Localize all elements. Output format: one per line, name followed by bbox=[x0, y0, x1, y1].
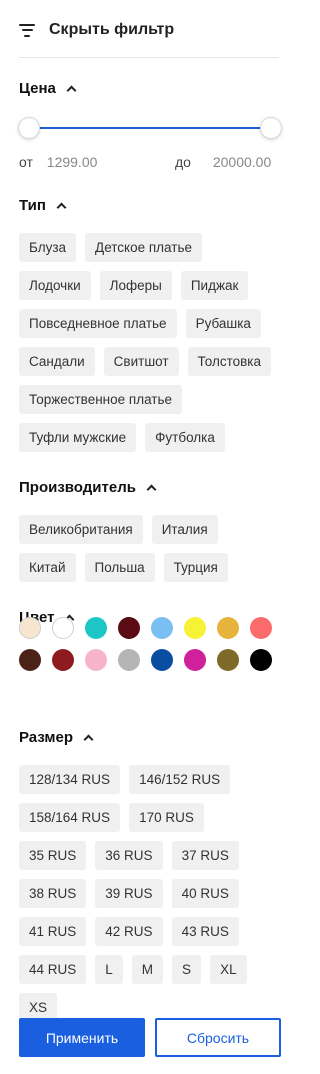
manufacturer-chip[interactable]: Польша bbox=[84, 553, 155, 582]
size-chip[interactable]: 128/134 RUS bbox=[19, 765, 121, 794]
manufacturer-section-toggle[interactable]: Производитель bbox=[19, 479, 157, 496]
size-chip[interactable]: 39 RUS bbox=[95, 879, 163, 908]
size-chip-list: 128/134 RUS 146/152 RUS 158/164 RUS 170 … bbox=[19, 765, 281, 1031]
chevron-up-icon bbox=[66, 85, 77, 96]
type-chip[interactable]: Пиджак bbox=[180, 271, 249, 300]
apply-button[interactable]: Применить bbox=[19, 1018, 145, 1057]
price-section-toggle[interactable]: Цена bbox=[19, 80, 77, 97]
size-chip[interactable]: 42 RUS bbox=[95, 917, 163, 946]
type-chip[interactable]: Повседневное платье bbox=[19, 309, 177, 338]
size-chip[interactable]: 38 RUS bbox=[19, 879, 87, 908]
color-swatch[interactable] bbox=[19, 617, 41, 639]
slider-track bbox=[29, 127, 271, 129]
type-chip-list: Блуза Детское платье Лодочки Лоферы Пидж… bbox=[19, 233, 281, 461]
type-chip[interactable]: Толстовка bbox=[187, 347, 271, 376]
size-chip[interactable]: 170 RUS bbox=[129, 803, 204, 832]
color-swatch[interactable] bbox=[217, 617, 239, 639]
chevron-up-icon bbox=[83, 734, 94, 745]
type-chip[interactable]: Блуза bbox=[19, 233, 77, 262]
color-swatch[interactable] bbox=[52, 649, 74, 671]
manufacturer-section-title: Производитель bbox=[19, 479, 136, 496]
manufacturer-chip[interactable]: Великобритания bbox=[19, 515, 143, 544]
color-swatch[interactable] bbox=[85, 649, 107, 671]
color-swatch-grid bbox=[19, 617, 281, 671]
price-from-value[interactable]: 1299.00 bbox=[47, 154, 98, 170]
filter-lines-icon bbox=[19, 23, 35, 37]
price-from[interactable]: от 1299.00 bbox=[19, 154, 97, 170]
hide-filter-label: Скрыть фильтр bbox=[49, 21, 175, 38]
color-swatch[interactable] bbox=[151, 617, 173, 639]
color-swatch[interactable] bbox=[19, 649, 41, 671]
reset-button[interactable]: Сбросить bbox=[155, 1018, 281, 1057]
size-chip[interactable]: 41 RUS bbox=[19, 917, 87, 946]
size-chip[interactable]: 40 RUS bbox=[171, 879, 239, 908]
type-chip[interactable]: Футболка bbox=[145, 423, 225, 452]
size-chip[interactable]: 158/164 RUS bbox=[19, 803, 121, 832]
color-swatch[interactable] bbox=[118, 649, 140, 671]
price-to-label: до bbox=[175, 154, 191, 170]
slider-max-handle[interactable] bbox=[261, 118, 281, 138]
color-swatch[interactable] bbox=[52, 617, 74, 639]
size-section-toggle[interactable]: Размер bbox=[19, 729, 94, 746]
size-chip[interactable]: 37 RUS bbox=[171, 841, 239, 870]
manufacturer-chip[interactable]: Турция bbox=[163, 553, 228, 582]
size-section-title: Размер bbox=[19, 729, 74, 746]
color-swatch[interactable] bbox=[250, 649, 272, 671]
size-chip[interactable]: M bbox=[131, 955, 164, 984]
manufacturer-chip[interactable]: Китай bbox=[19, 553, 76, 582]
chevron-up-icon bbox=[56, 202, 67, 213]
chevron-up-icon bbox=[146, 484, 157, 495]
type-chip[interactable]: Свитшот bbox=[103, 347, 179, 376]
color-swatch[interactable] bbox=[151, 649, 173, 671]
color-swatch[interactable] bbox=[250, 617, 272, 639]
type-chip[interactable]: Туфли мужские bbox=[19, 423, 137, 452]
type-chip[interactable]: Торжественное платье bbox=[19, 385, 183, 414]
color-swatch[interactable] bbox=[184, 617, 206, 639]
type-section-title: Тип bbox=[19, 197, 46, 214]
price-to-value[interactable]: 20000.00 bbox=[213, 154, 271, 170]
slider-min-handle[interactable] bbox=[19, 118, 39, 138]
price-to[interactable]: до 20000.00 bbox=[175, 154, 271, 170]
price-from-label: от bbox=[19, 154, 33, 170]
color-swatch[interactable] bbox=[118, 617, 140, 639]
price-range-slider[interactable] bbox=[19, 116, 281, 140]
size-chip[interactable]: 36 RUS bbox=[95, 841, 163, 870]
type-section-toggle[interactable]: Тип bbox=[19, 197, 67, 214]
type-chip[interactable]: Сандали bbox=[19, 347, 95, 376]
hide-filter-toggle[interactable]: Скрыть фильтр bbox=[19, 18, 174, 42]
type-chip[interactable]: Рубашка bbox=[185, 309, 261, 338]
type-chip[interactable]: Лодочки bbox=[19, 271, 91, 300]
type-chip[interactable]: Детское платье bbox=[85, 233, 202, 262]
size-chip[interactable]: L bbox=[95, 955, 123, 984]
color-swatch[interactable] bbox=[184, 649, 206, 671]
size-chip[interactable]: XL bbox=[210, 955, 247, 984]
size-chip[interactable]: 146/152 RUS bbox=[129, 765, 231, 794]
color-swatch[interactable] bbox=[85, 617, 107, 639]
header-divider bbox=[19, 57, 279, 58]
manufacturer-chip-list: Великобритания Италия Китай Польша Турци… bbox=[19, 515, 281, 591]
color-swatch[interactable] bbox=[217, 649, 239, 671]
price-section-title: Цена bbox=[19, 80, 56, 97]
manufacturer-chip[interactable]: Италия bbox=[151, 515, 218, 544]
size-chip[interactable]: 44 RUS bbox=[19, 955, 87, 984]
type-chip[interactable]: Лоферы bbox=[99, 271, 172, 300]
size-chip[interactable]: S bbox=[172, 955, 202, 984]
size-chip[interactable]: 43 RUS bbox=[171, 917, 239, 946]
size-chip[interactable]: 35 RUS bbox=[19, 841, 87, 870]
